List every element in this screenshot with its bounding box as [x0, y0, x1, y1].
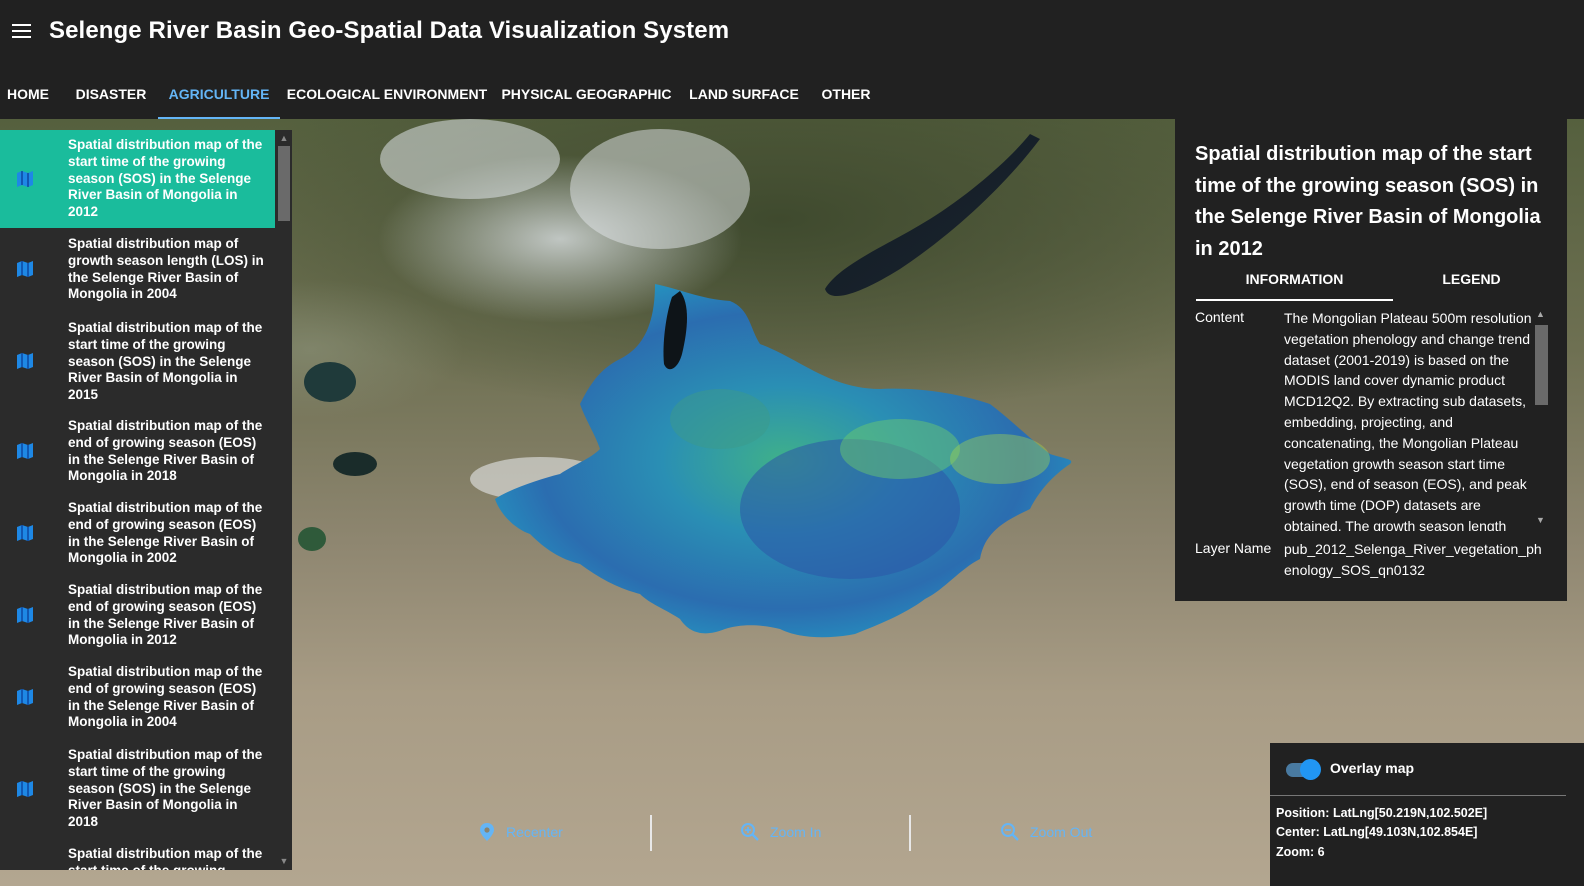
overlay-label: Overlay map: [1330, 760, 1415, 776]
content-scrollbar[interactable]: ▲ ▼: [1533, 309, 1549, 529]
tab-legend[interactable]: LEGEND: [1393, 271, 1550, 299]
layer-list-item[interactable]: Spatial distribution map of the start ti…: [0, 310, 275, 410]
content-text: The Mongolian Plateau 500m resolution ve…: [1284, 310, 1532, 531]
tab-physical-geographic[interactable]: PHYSICAL GEOGRAPHIC: [494, 70, 679, 119]
tab-ecological-environment[interactable]: ECOLOGICAL ENVIRONMENT: [280, 70, 494, 119]
tab-agriculture[interactable]: AGRICULTURE: [158, 70, 280, 119]
lake-baikal: [825, 134, 1040, 297]
overlay-toggle[interactable]: [1286, 758, 1322, 780]
layer-list-item-label: Spatial distribution map of the end of g…: [68, 582, 263, 648]
layer-list-item-label: Spatial distribution map of the start ti…: [68, 747, 263, 830]
location-pin-icon: [480, 823, 494, 841]
app-title: Selenge River Basin Geo-Spatial Data Vis…: [49, 17, 730, 44]
layer-list-item-label: Spatial distribution map of the end of g…: [68, 418, 263, 484]
map-icon: [17, 443, 33, 459]
layer-list-item[interactable]: Spatial distribution map of the start ti…: [0, 738, 275, 838]
layer-list-item-label: Spatial distribution map of the end of g…: [68, 664, 263, 730]
layer-list-item-label: Spatial distribution map of the end of g…: [68, 500, 263, 566]
zoom-in-label: Zoom In: [770, 824, 822, 840]
layer-name-label: Layer Name: [1195, 540, 1272, 556]
map-icon: [17, 689, 33, 705]
zoom-readout: Zoom: 6: [1276, 845, 1325, 859]
zoom-in-button[interactable]: Zoom In: [740, 822, 821, 842]
menu-icon[interactable]: [12, 24, 31, 38]
basin-green-zone: [840, 419, 960, 479]
scroll-up-icon[interactable]: ▲: [1536, 309, 1545, 319]
lake: [298, 527, 326, 551]
category-tabs: HOME DISASTER AGRICULTURE ECOLOGICAL ENV…: [0, 70, 1584, 119]
basin-green-zone: [950, 434, 1050, 484]
scroll-up-icon[interactable]: ▲: [278, 132, 290, 144]
scroll-down-icon[interactable]: ▼: [1536, 515, 1545, 525]
map-icon: [17, 261, 33, 277]
layer-list-item-label: Spatial distribution map of the start ti…: [68, 137, 263, 220]
layer-info-panel: Spatial distribution map of the start ti…: [1175, 119, 1567, 601]
tab-information[interactable]: INFORMATION: [1196, 271, 1393, 301]
layer-list-item[interactable]: Spatial distribution map of growth seaso…: [0, 228, 275, 310]
layer-list-item[interactable]: Spatial distribution map of the end of g…: [0, 410, 275, 492]
layer-info-title: Spatial distribution map of the start ti…: [1195, 143, 1541, 260]
map-icon: [17, 171, 33, 187]
lake: [304, 362, 356, 402]
sidebar-scroll-thumb[interactable]: [278, 146, 290, 221]
tab-other[interactable]: OTHER: [809, 70, 883, 119]
layer-list-item[interactable]: Spatial distribution map of the start ti…: [0, 838, 275, 870]
layer-list-item-label: Spatial distribution map of the start ti…: [68, 320, 263, 403]
position-readout: Position: LatLng[50.219N,102.502E]: [1276, 806, 1488, 820]
recenter-label: Recenter: [506, 824, 563, 840]
basin-teal-zone: [670, 389, 770, 449]
zoom-out-button[interactable]: Zoom Out: [1000, 822, 1092, 842]
layer-list-sidebar[interactable]: Spatial distribution map of the start ti…: [0, 130, 292, 870]
scroll-down-icon[interactable]: ▼: [278, 855, 290, 867]
snow-area: [570, 129, 750, 249]
layer-list-item-label: Spatial distribution map of the start ti…: [68, 846, 263, 870]
content-scroll-thumb[interactable]: [1535, 325, 1548, 405]
control-divider: [650, 815, 652, 851]
layer-list-item-label: Spatial distribution map of growth seaso…: [68, 236, 264, 302]
tab-land-surface[interactable]: LAND SURFACE: [679, 70, 809, 119]
zoom-in-icon: [741, 823, 759, 841]
layer-list-item[interactable]: Spatial distribution map of the end of g…: [0, 492, 275, 574]
layer-list-item[interactable]: Spatial distribution map of the end of g…: [0, 574, 275, 656]
map-icon: [17, 607, 33, 623]
layer-name-value: pub_2012_Selenga_River_vegetation_phenol…: [1284, 541, 1542, 578]
toggle-knob: [1300, 759, 1321, 780]
center-readout: Center: LatLng[49.103N,102.854E]: [1276, 825, 1478, 839]
zoom-out-icon: [1001, 823, 1019, 841]
sidebar-scrollbar[interactable]: [275, 130, 292, 870]
lake: [333, 452, 377, 476]
map-icon: [17, 781, 33, 797]
app-header: Selenge River Basin Geo-Spatial Data Vis…: [0, 0, 1584, 66]
zoom-out-label: Zoom Out: [1030, 824, 1093, 840]
map-icon: [17, 525, 33, 541]
recenter-button[interactable]: Recenter: [478, 822, 563, 842]
snow-area: [380, 119, 560, 199]
map-icon: [17, 353, 33, 369]
control-divider: [909, 815, 911, 851]
tab-home[interactable]: HOME: [0, 70, 56, 119]
overlay-status-box: Overlay map Position: LatLng[50.219N,102…: [1270, 743, 1584, 886]
overlay-divider: [1270, 795, 1566, 796]
content-label: Content: [1195, 309, 1245, 325]
tab-disaster[interactable]: DISASTER: [64, 70, 158, 119]
layer-list-item[interactable]: Spatial distribution map of the end of g…: [0, 656, 275, 738]
layer-list-item[interactable]: Spatial distribution map of the start ti…: [0, 130, 275, 228]
